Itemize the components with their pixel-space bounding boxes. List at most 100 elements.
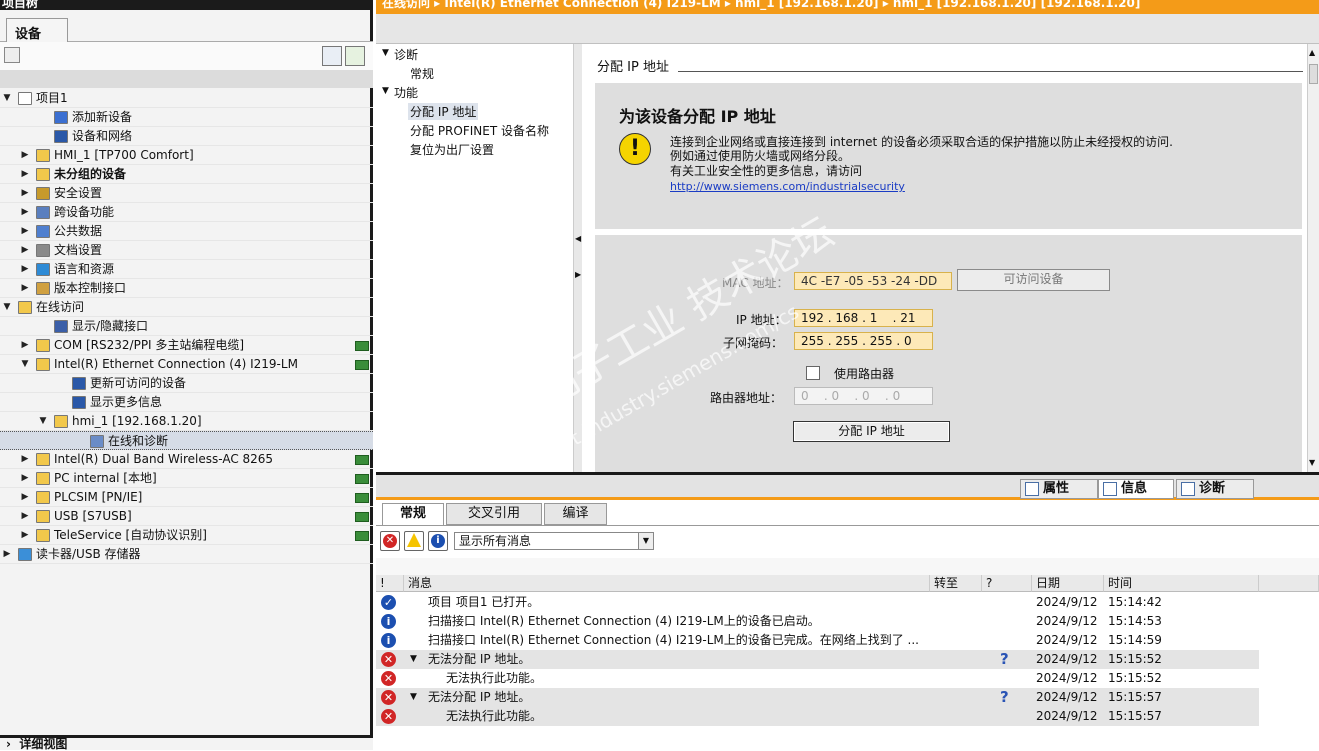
tree-item[interactable]: ▼ 项目1 bbox=[0, 89, 373, 108]
col-bang[interactable]: ! bbox=[376, 575, 404, 592]
tree-expand-icon[interactable]: ▶ bbox=[20, 507, 30, 526]
overview-icon[interactable] bbox=[322, 46, 342, 66]
detail-view-header[interactable]: › 详细视图 bbox=[0, 735, 373, 750]
tree-item[interactable]: 设备和网络 bbox=[0, 127, 373, 146]
nav-general[interactable]: 常规 bbox=[410, 65, 434, 82]
tree-collapse-icon[interactable]: ▼ bbox=[2, 89, 12, 108]
tree-expand-icon[interactable]: ▶ bbox=[20, 165, 30, 184]
tree-item[interactable]: ▶ 跨设备功能 bbox=[0, 203, 373, 222]
message-row[interactable]: ✕ 无法执行此功能。 2024/9/12 15:15:57 bbox=[376, 707, 1259, 726]
tab-properties[interactable]: 属性 bbox=[1020, 479, 1098, 499]
tree-item-label: 显示/隐藏接口 bbox=[72, 319, 149, 333]
nav-reset-factory[interactable]: 复位为出厂设置 bbox=[410, 141, 494, 158]
tree-expand-icon[interactable]: ▶ bbox=[20, 146, 30, 165]
expand-right-icon[interactable]: ▶ bbox=[575, 270, 581, 279]
col-help[interactable]: ? bbox=[982, 575, 1032, 592]
export-icon[interactable] bbox=[345, 46, 365, 66]
tree-expand-icon[interactable]: ▶ bbox=[20, 260, 30, 279]
filter-info-button[interactable]: i bbox=[428, 531, 448, 551]
nav-diag-arrow[interactable]: ▼ bbox=[382, 48, 389, 58]
tree-item[interactable]: ▼ 在线访问 bbox=[0, 298, 373, 317]
col-time[interactable]: 时间 bbox=[1104, 575, 1259, 592]
tree-item[interactable]: ▶ 版本控制接口 bbox=[0, 279, 373, 298]
scroll-up-icon[interactable]: ▲ bbox=[1309, 48, 1315, 57]
tab-cross-reference[interactable]: 交叉引用 bbox=[446, 503, 542, 525]
message-row[interactable]: i 扫描接口 Intel(R) Ethernet Connection (4) I… bbox=[376, 631, 1259, 650]
tree-expand-icon[interactable]: ▶ bbox=[20, 526, 30, 545]
tree-item-label: 添加新设备 bbox=[72, 110, 133, 124]
tree-item[interactable]: ▶ HMI_1 [TP700 Comfort] bbox=[0, 146, 373, 165]
collapse-icon[interactable]: ▼ bbox=[410, 688, 417, 707]
tree-expand-icon[interactable]: ▶ bbox=[20, 241, 30, 260]
help-icon[interactable]: ? bbox=[1000, 650, 1009, 669]
nav-splitter[interactable]: ◀ ▶ bbox=[574, 44, 582, 472]
tree-expand-icon[interactable]: ▶ bbox=[20, 184, 30, 203]
help-icon[interactable]: ? bbox=[1000, 688, 1009, 707]
tab-general[interactable]: 常规 bbox=[382, 503, 444, 525]
tree-expand-icon[interactable]: ▶ bbox=[20, 203, 30, 222]
collapse-left-icon[interactable]: ◀ bbox=[575, 234, 581, 243]
tree-item[interactable]: ▶ 公共数据 bbox=[0, 222, 373, 241]
nav-func-arrow[interactable]: ▼ bbox=[382, 86, 389, 96]
nav-functions[interactable]: 功能 bbox=[394, 84, 418, 101]
tree-expand-icon[interactable]: ▶ bbox=[20, 450, 30, 469]
tab-info[interactable]: 信息 bbox=[1098, 479, 1174, 499]
tree-expand-icon[interactable]: ▶ bbox=[20, 336, 30, 355]
filter-errors-button[interactable]: ✕ bbox=[380, 531, 400, 551]
col-message[interactable]: 消息 bbox=[404, 575, 930, 592]
tree-expand-icon[interactable]: ▶ bbox=[2, 545, 12, 564]
message-row[interactable]: ✓ 项目 项目1 已打开。 2024/9/12 15:14:42 bbox=[376, 593, 1259, 612]
filter-warnings-button[interactable] bbox=[404, 531, 424, 551]
tree-item[interactable]: 显示更多信息 bbox=[0, 393, 373, 412]
tree-expand-icon[interactable]: ▶ bbox=[20, 279, 30, 298]
nav-diagnostics[interactable]: 诊断 bbox=[394, 46, 418, 63]
tree-item[interactable]: ▶ 安全设置 bbox=[0, 184, 373, 203]
tree-item[interactable]: ▶ PLCSIM [PN/IE] bbox=[0, 488, 373, 507]
tree-item[interactable]: ▶ Intel(R) Dual Band Wireless-AC 8265 bbox=[0, 450, 373, 469]
tree-expand-icon[interactable]: ▶ bbox=[20, 222, 30, 241]
ip-address-field[interactable]: 192 . 168 . 1 . 21 bbox=[794, 309, 933, 327]
use-router-checkbox[interactable] bbox=[806, 366, 820, 380]
tree-collapse-icon[interactable]: ▼ bbox=[38, 412, 48, 431]
tree-expand-icon[interactable]: ▶ bbox=[20, 488, 30, 507]
tree-item[interactable]: ▶ TeleService [自动协议识别] bbox=[0, 526, 373, 545]
tab-compile[interactable]: 编译 bbox=[544, 503, 607, 525]
message-row[interactable]: ✕ ▼ 无法分配 IP 地址。? 2024/9/12 15:15:57 bbox=[376, 688, 1259, 707]
scroll-down-icon[interactable]: ▼ bbox=[1309, 458, 1315, 467]
col-goto[interactable]: 转至 bbox=[930, 575, 982, 592]
tree-collapse-icon[interactable]: ▼ bbox=[20, 355, 30, 374]
vertical-scrollbar[interactable]: ▲ ▼ bbox=[1307, 44, 1319, 472]
scroll-thumb[interactable] bbox=[1309, 64, 1318, 84]
tree-item[interactable]: ▶ 读卡器/USB 存储器 bbox=[0, 545, 373, 564]
tree-item[interactable]: ▼ Intel(R) Ethernet Connection (4) I219-L… bbox=[0, 355, 373, 374]
tree-expand-icon[interactable]: ▶ bbox=[20, 469, 30, 488]
message-row[interactable]: ✕ ▼ 无法分配 IP 地址。? 2024/9/12 15:15:52 bbox=[376, 650, 1259, 669]
tab-devices[interactable]: 设备 bbox=[6, 18, 68, 42]
tab-info-label: 信息 bbox=[1121, 481, 1148, 496]
tree-item[interactable]: 显示/隐藏接口 bbox=[0, 317, 373, 336]
tree-item[interactable]: 在线和诊断 bbox=[0, 431, 373, 450]
tree-item[interactable]: ▼ hmi_1 [192.168.1.20] bbox=[0, 412, 373, 431]
nav-assign-profinet[interactable]: 分配 PROFINET 设备名称 bbox=[410, 122, 549, 139]
tree-item[interactable]: ▶ 语言和资源 bbox=[0, 260, 373, 279]
tree-collapse-icon[interactable]: ▼ bbox=[2, 298, 12, 317]
message-row[interactable]: ✕ 无法执行此功能。 2024/9/12 15:15:52 bbox=[376, 669, 1259, 688]
tree-toolbar-icon[interactable] bbox=[4, 47, 20, 63]
tab-diagnostics[interactable]: 诊断 bbox=[1176, 479, 1254, 499]
collapse-icon[interactable]: ▼ bbox=[410, 650, 417, 669]
tree-item[interactable]: 添加新设备 bbox=[0, 108, 373, 127]
tree-item[interactable]: ▶ COM [RS232/PPI 多主站编程电缆] bbox=[0, 336, 373, 355]
message-row[interactable]: i 扫描接口 Intel(R) Ethernet Connection (4) I… bbox=[376, 612, 1259, 631]
tree-item[interactable]: ▶ USB [S7USB] bbox=[0, 507, 373, 526]
assign-ip-button[interactable]: 分配 IP 地址 bbox=[793, 421, 950, 442]
tree-item[interactable]: ▶ 未分组的设备 bbox=[0, 165, 373, 184]
tree-item[interactable]: ▶ 文档设置 bbox=[0, 241, 373, 260]
tree-item[interactable]: ▶ PC internal [本地] bbox=[0, 469, 373, 488]
accessible-devices-button[interactable]: 可访问设备 bbox=[957, 269, 1110, 291]
nav-assign-ip[interactable]: 分配 IP 地址 bbox=[408, 103, 479, 120]
tree-item[interactable]: 更新可访问的设备 bbox=[0, 374, 373, 393]
col-date[interactable]: 日期 bbox=[1032, 575, 1104, 592]
security-link[interactable]: http://www.siemens.com/industrialsecurit… bbox=[670, 180, 905, 193]
message-filter-select[interactable]: 显示所有消息 ▼ bbox=[454, 532, 654, 550]
subnet-field[interactable]: 255 . 255 . 255 . 0 bbox=[794, 332, 933, 350]
